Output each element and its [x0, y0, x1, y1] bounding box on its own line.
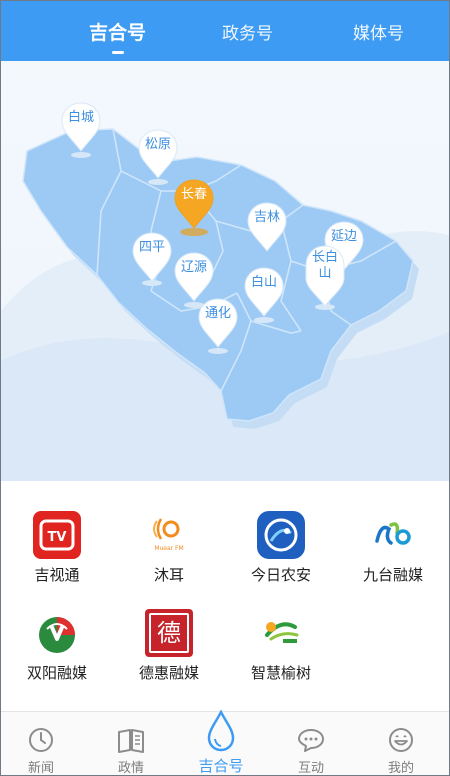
nav-mine[interactable]: 我的 — [366, 712, 436, 776]
nav-politics[interactable]: 政情 — [96, 712, 166, 776]
smiley-icon — [389, 728, 413, 752]
water-drop-icon — [207, 710, 235, 752]
shuangyang-icon — [33, 609, 81, 657]
city-pin-jilin[interactable]: 吉林 — [246, 201, 288, 253]
clock-icon — [29, 728, 53, 752]
city-pin-baishan[interactable]: 白山 — [243, 266, 285, 318]
tab-jihehao[interactable]: 吉合号 — [89, 18, 146, 45]
city-label: 松原 — [144, 137, 171, 152]
nav-interaction[interactable]: 互动 — [276, 712, 346, 776]
province-map: 白城 松原 长春 吉林 延边 四平 辽源 白山 长白山 通化 — [1, 61, 449, 481]
nav-jihehao[interactable]: 吉合号 — [186, 710, 256, 775]
city-label: 通化 — [204, 306, 231, 321]
app-label: 今日农安 — [250, 566, 311, 584]
app-jishitong[interactable]: TV 吉视通 — [1, 511, 113, 585]
app-label: 智慧榆树 — [250, 664, 311, 682]
app-jiutai[interactable]: 九台融媒 — [337, 511, 449, 585]
city-pin-liaoyuan[interactable]: 辽源 — [173, 251, 215, 303]
city-pin-songyuan[interactable]: 松原 — [137, 128, 179, 180]
yushu-icon — [257, 609, 305, 657]
dehui-icon: 德 — [145, 609, 193, 657]
jishitong-icon: TV — [33, 511, 81, 559]
nav-news[interactable]: 新闻 — [6, 712, 76, 776]
city-pin-tonghua[interactable]: 通化 — [197, 297, 239, 349]
jiutai-icon — [369, 511, 417, 559]
app-grid: TV 吉视通 Muear FM 沐耳 今日农安 九台融媒 双阳融媒 德 德惠融媒… — [1, 481, 449, 711]
app-label: 九台融媒 — [362, 566, 423, 584]
active-tab-indicator — [112, 51, 124, 54]
city-label: 四平 — [138, 240, 165, 255]
city-label: 延边 — [330, 229, 357, 244]
app-label: 双阳融媒 — [26, 664, 87, 682]
app-frame: 吉合号 政务号 媒体号 白城 松原 长春 吉林 延边 四平 辽源 白山 长白山 … — [0, 0, 450, 776]
city-pin-changbaishan[interactable]: 长白山 — [304, 244, 346, 308]
nav-label: 新闻 — [27, 761, 54, 776]
app-label: 德惠融媒 — [138, 664, 199, 682]
nongan-icon — [257, 511, 305, 559]
svg-text:TV: TV — [48, 530, 67, 545]
book-icon — [118, 729, 144, 753]
tab-meitihao[interactable]: 媒体号 — [353, 19, 404, 44]
city-pin-siping[interactable]: 四平 — [131, 231, 173, 283]
app-jinrinongan[interactable]: 今日农安 — [225, 511, 337, 585]
city-label: 吉林 — [253, 210, 280, 225]
app-label: 沐耳 — [153, 566, 184, 584]
nav-label: 政情 — [117, 761, 144, 776]
tab-zhengwuhao[interactable]: 政务号 — [222, 19, 273, 44]
dehui-icon-text: 德 — [157, 619, 181, 647]
app-shuangyang[interactable]: 双阳融媒 — [1, 609, 113, 683]
app-muer[interactable]: Muear FM 沐耳 — [113, 511, 225, 585]
city-label: 长春 — [180, 187, 207, 202]
city-pin-baicheng[interactable]: 白城 — [60, 101, 102, 153]
nav-label: 我的 — [387, 761, 414, 776]
chat-bubble-icon — [298, 729, 324, 752]
city-label: 辽源 — [180, 260, 207, 275]
bottom-nav: 新闻 政情 吉合号 互动 我的 — [1, 710, 449, 776]
nav-label: 吉合号 — [198, 757, 244, 775]
city-pin-changchun[interactable]: 长春 — [173, 178, 215, 230]
muer-icon: Muear FM — [145, 511, 193, 559]
city-label: 长白山 — [311, 250, 338, 281]
app-zhihuiyushu[interactable]: 智慧榆树 — [225, 609, 337, 683]
nav-label: 互动 — [297, 761, 324, 776]
city-label: 白山 — [250, 275, 277, 290]
muer-icon-text: Muear FM — [154, 545, 184, 552]
app-label: 吉视通 — [34, 566, 80, 584]
city-label: 白城 — [67, 110, 94, 125]
app-dehui[interactable]: 德 德惠融媒 — [113, 609, 225, 683]
top-tab-bar: 吉合号 政务号 媒体号 — [1, 1, 449, 61]
